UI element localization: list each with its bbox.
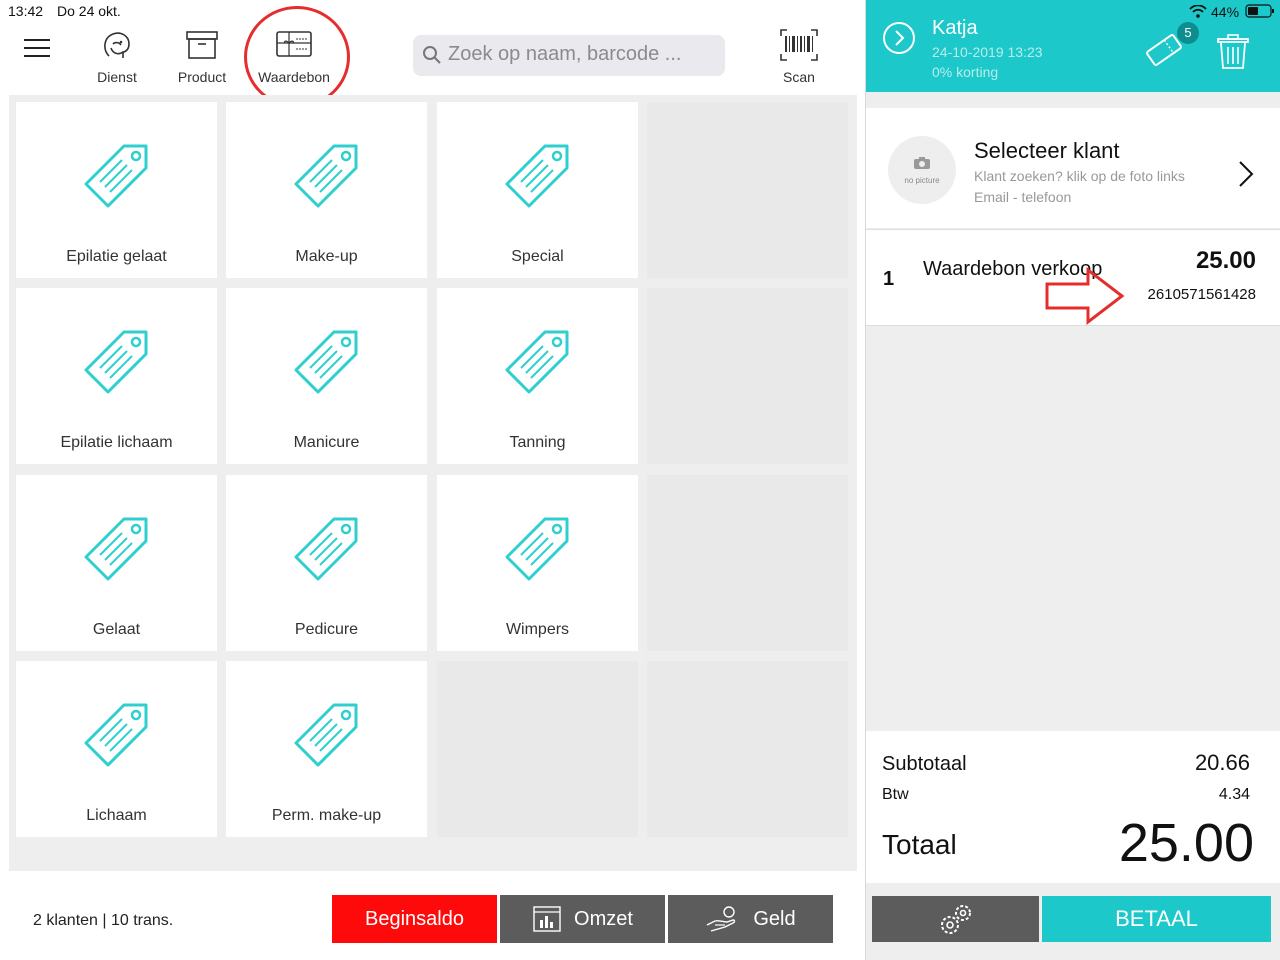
customer-subtitle: Klant zoeken? klik op de foto links	[974, 168, 1185, 184]
category-tile[interactable]: Tanning	[437, 288, 638, 464]
category-tile[interactable]: Perm. make-up	[226, 661, 427, 837]
tag-icon	[294, 703, 358, 767]
category-tile-label: Wimpers	[505, 621, 570, 638]
tag-icon	[84, 330, 148, 394]
chevron-right-icon[interactable]	[1237, 160, 1255, 188]
geld-button[interactable]: Geld	[668, 895, 833, 943]
category-tile-label: Epilatie gelaat	[66, 248, 167, 265]
menu-button[interactable]	[24, 38, 52, 60]
gears-icon	[941, 905, 971, 934]
trash-icon	[1217, 34, 1249, 69]
battery-level: 44%	[1211, 4, 1240, 20]
category-tile[interactable]: Wimpers	[437, 475, 638, 651]
status-date: Do 24 okt.	[57, 3, 121, 19]
category-tile-label: Special	[511, 248, 564, 265]
money-hand-icon	[707, 906, 736, 932]
category-tile[interactable]: Make-up	[226, 102, 427, 278]
category-tile[interactable]: Special	[437, 102, 638, 278]
category-tile[interactable]: Pedicure	[226, 475, 427, 651]
cart-datetime: 24-10-2019 13:23	[932, 44, 1043, 60]
category-tile-label: Epilatie lichaam	[60, 434, 173, 451]
tag-icon	[505, 144, 569, 208]
avatar-placeholder-text: no picture	[904, 176, 940, 185]
tag-icon	[84, 703, 148, 767]
total-label: Totaal	[882, 829, 957, 860]
customer-title: Selecteer klant	[974, 138, 1120, 163]
category-tile[interactable]: Epilatie gelaat	[16, 102, 217, 278]
category-tile-label: Lichaam	[86, 807, 147, 824]
cart-discount: 0% korting	[932, 64, 999, 80]
omzet-button[interactable]: Omzet	[500, 895, 665, 943]
empty-tile	[647, 661, 848, 837]
annotation-arrow	[1045, 266, 1125, 326]
line-price: 25.00	[1195, 247, 1256, 274]
search-placeholder: Zoek op naam, barcode ...	[448, 43, 682, 65]
delete-cart-button[interactable]	[1216, 33, 1250, 71]
employee-name: Katja	[932, 17, 978, 39]
annotation-circle	[244, 6, 350, 108]
geld-label: Geld	[753, 907, 796, 930]
empty-tile	[437, 661, 638, 837]
category-tile-label: Perm. make-up	[271, 807, 382, 824]
tool-product-label: Product	[177, 69, 227, 85]
hamburger-icon	[24, 39, 50, 57]
tag-icon	[294, 330, 358, 394]
tool-dienst[interactable]: Dienst	[72, 26, 162, 88]
vat-value: 4.34	[1218, 786, 1250, 803]
wifi-icon	[1189, 5, 1207, 18]
scan-button[interactable]: Scan	[770, 26, 828, 88]
category-tile-label: Make-up	[295, 248, 358, 265]
subtotal-label: Subtotaal	[882, 753, 967, 775]
customer-subtitle-contact: Email - telefoon	[974, 189, 1072, 205]
category-tile-label: Manicure	[293, 434, 360, 451]
beginsaldo-button[interactable]: Beginsaldo	[332, 895, 497, 943]
camera-icon	[914, 157, 930, 169]
pay-label: BETAAL	[1115, 906, 1198, 931]
category-tile[interactable]: Manicure	[226, 288, 427, 464]
session-info: 2 klanten | 10 trans.	[33, 912, 174, 929]
expand-button[interactable]	[882, 21, 916, 55]
tag-icon	[505, 330, 569, 394]
face-icon	[104, 32, 130, 58]
box-icon	[186, 31, 218, 59]
chevron-circle-icon	[883, 22, 915, 54]
chart-icon	[533, 906, 561, 932]
empty-tile	[647, 475, 848, 651]
vat-label: Btw	[882, 786, 909, 803]
barcode-icon	[780, 29, 818, 61]
tool-dienst-label: Dienst	[97, 69, 137, 85]
line-barcode: 2610571561428	[1147, 286, 1256, 303]
line-quantity: 1	[883, 268, 895, 290]
omzet-label: Omzet	[574, 907, 633, 930]
status-time: 13:42	[8, 3, 44, 19]
tag-icon	[294, 517, 358, 581]
scan-label: Scan	[783, 69, 815, 85]
tag-icon	[505, 517, 569, 581]
tag-icon	[84, 517, 148, 581]
settings-button[interactable]	[872, 896, 1039, 942]
category-tile[interactable]: Gelaat	[16, 475, 217, 651]
pay-button[interactable]: BETAAL	[1042, 896, 1271, 942]
category-tile-label: Gelaat	[92, 621, 141, 638]
tag-icon	[84, 144, 148, 208]
tag-icon	[294, 144, 358, 208]
empty-tile	[647, 102, 848, 278]
subtotal-value: 20.66	[1194, 750, 1250, 775]
category-tile[interactable]: Lichaam	[16, 661, 217, 837]
category-tile[interactable]: Epilatie lichaam	[16, 288, 217, 464]
tickets-badge: 5	[1177, 22, 1199, 44]
empty-tile	[647, 288, 848, 464]
category-tile-label: Pedicure	[294, 621, 359, 638]
category-tile-label: Tanning	[509, 434, 566, 451]
battery-icon	[1245, 4, 1274, 18]
search-icon	[423, 46, 441, 64]
tool-product[interactable]: Product	[157, 26, 247, 88]
total-value: 25.00	[1118, 813, 1254, 873]
customer-avatar[interactable]	[888, 136, 956, 204]
beginsaldo-label: Beginsaldo	[365, 907, 464, 930]
